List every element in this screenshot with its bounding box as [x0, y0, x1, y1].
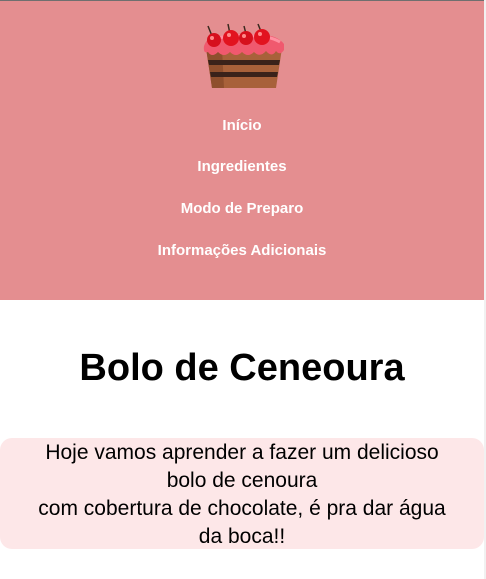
intro-line: da boca!! [198, 525, 286, 548]
intro-line: Hoje vamos aprender a fazer um delicioso [45, 441, 439, 464]
intro-paragraph: Hoje vamos aprender a fazer um delicioso… [0, 439, 484, 551]
intro-line: com cobertura de chocolate, é pra dar ág… [38, 497, 446, 520]
nav-link-ingredientes[interactable]: Ingredientes [0, 158, 484, 176]
nav-link-inicio[interactable]: Início [0, 117, 484, 135]
site-header: Início Ingredientes Modo de Preparo Info… [0, 1, 484, 300]
page: Início Ingredientes Modo de Preparo Info… [0, 0, 486, 579]
cake-logo-icon [203, 23, 284, 88]
intro-line: bolo de cenoura [166, 469, 318, 492]
nav-link-informacoes-adicionais[interactable]: Informações Adicionais [0, 242, 484, 260]
nav-link-modo-de-preparo[interactable]: Modo de Preparo [0, 200, 484, 218]
page-title: Bolo de Ceneoura [79, 347, 405, 389]
